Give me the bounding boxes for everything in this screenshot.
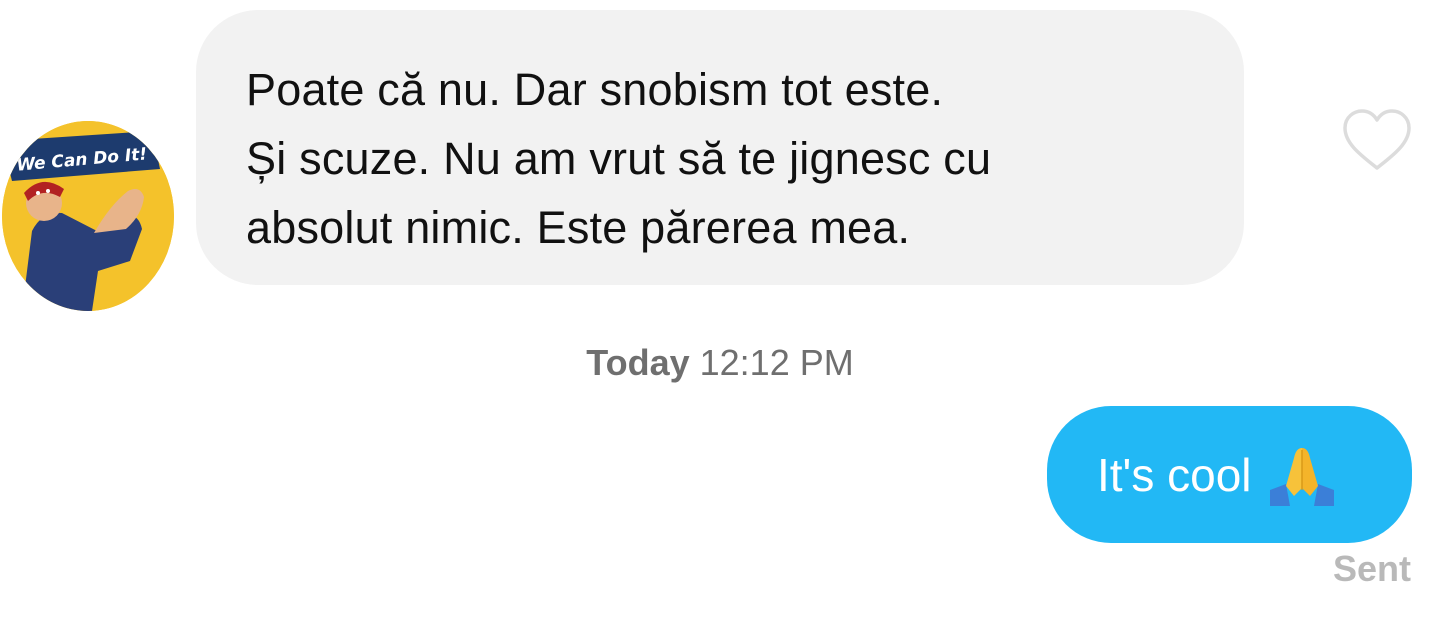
heart-outline-icon: [1343, 109, 1411, 170]
incoming-message-line-2: Și scuze. Nu am vrut să te jignesc cu: [246, 133, 992, 184]
message-timestamp: Today 12:12 PM: [0, 342, 1431, 384]
folded-hands-icon: [1268, 444, 1336, 506]
incoming-message-line-1: Poate că nu. Dar snobism tot este.: [246, 64, 944, 115]
we-can-do-it-avatar-image: We Can Do It!: [2, 121, 174, 311]
incoming-message-bubble[interactable]: Poate că nu. Dar snobism tot este. Și sc…: [196, 10, 1244, 285]
incoming-message-line-3: absolut nimic. Este părerea mea.: [246, 202, 911, 253]
delivery-status: Sent: [1332, 548, 1411, 589]
like-message-button[interactable]: [1342, 108, 1412, 172]
chat-thread: We Can Do It! Poate că nu. Dar snobism t…: [0, 0, 1431, 635]
outgoing-message-text: It's cool: [1097, 448, 1252, 501]
avatar[interactable]: We Can Do It!: [2, 121, 174, 311]
timestamp-time: 12:12 PM: [699, 342, 854, 383]
timestamp-day: Today: [586, 342, 690, 383]
outgoing-message-bubble[interactable]: It's cool: [1047, 406, 1412, 543]
